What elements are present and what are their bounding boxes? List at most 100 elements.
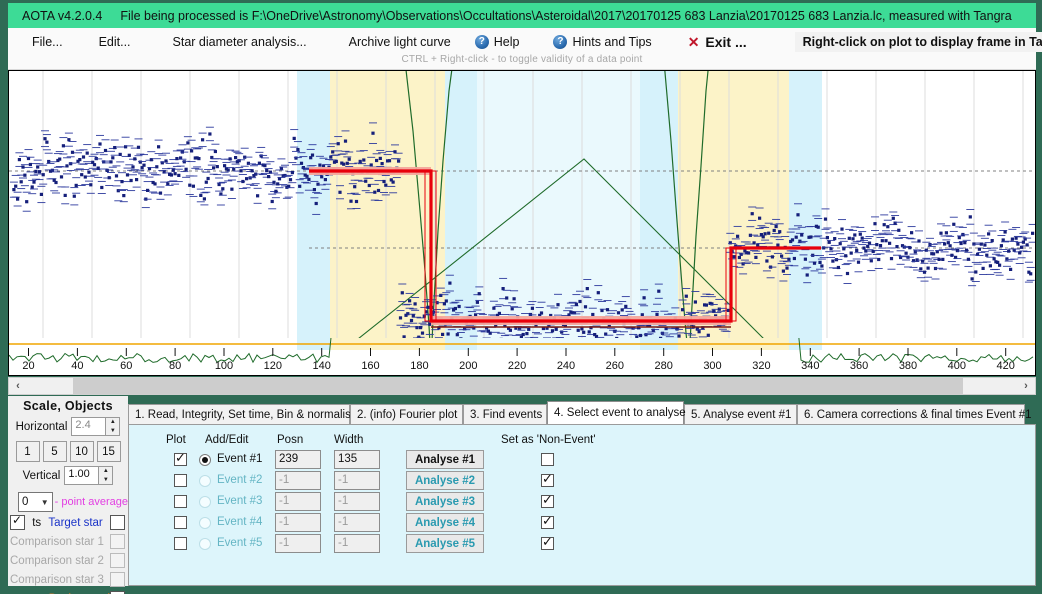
object-row-comparison-star-1[interactable]: Comparison star 1 [8, 533, 128, 550]
scale-preset-10[interactable]: 10 [69, 441, 94, 462]
svg-text:360: 360 [850, 360, 868, 372]
scrollbar-track[interactable] [27, 378, 1017, 394]
horizontal-scale-stepper[interactable]: 2.4 ▲ ▼ [71, 417, 121, 436]
close-x-icon: ✕ [687, 33, 700, 50]
plot-checkbox-event-3[interactable] [174, 495, 187, 508]
add-edit-radio-event-3[interactable] [199, 496, 211, 508]
menu-item-archive-light-curve[interactable]: Archive light curve [339, 31, 461, 53]
posn-input-event-1[interactable]: 239 [275, 450, 321, 469]
analyse-button-event-4[interactable]: Analyse #4 [406, 513, 484, 532]
non-event-checkbox-event-1[interactable] [541, 453, 554, 466]
object-row-comparison-star-3[interactable]: Comparison star 3 [8, 571, 128, 588]
non-event-checkbox-event-5[interactable] [541, 534, 554, 550]
svg-text:160: 160 [361, 360, 379, 372]
plot-checkbox-event-2[interactable] [174, 474, 187, 487]
svg-text:380: 380 [899, 360, 917, 372]
tab-2[interactable]: 2. (info) Fourier plot [350, 404, 463, 424]
analyse-button-event-2[interactable]: Analyse #2 [406, 471, 484, 490]
comparison-star-1-checkbox[interactable] [110, 534, 125, 549]
menu-bar: File... Edit... Star diameter analysis..… [8, 28, 1042, 70]
plot-checkbox-event-4[interactable] [174, 516, 187, 529]
non-event-checkbox-event-3[interactable] [541, 492, 554, 508]
tab-6[interactable]: 6. Camera corrections & final times Even… [797, 404, 1032, 424]
points-checkbox[interactable] [10, 513, 25, 530]
menu-item-file[interactable]: File... [22, 31, 73, 53]
menu-item-edit[interactable]: Edit... [89, 31, 141, 53]
svg-text:400: 400 [948, 360, 966, 372]
workflow-tab-strip: 1. Read, Integrity, Set time, Bin & norm… [128, 401, 1036, 424]
spin-up-icon[interactable]: ▲ [106, 418, 119, 427]
scroll-left-arrow-icon[interactable]: ‹ [9, 378, 27, 394]
width-input-event-2[interactable]: -1 [334, 471, 380, 490]
svg-text:20: 20 [22, 360, 34, 372]
spin-down-icon[interactable]: ▼ [106, 427, 119, 436]
header-add-edit: Add/Edit [205, 434, 249, 446]
point-average-label: - point average [54, 496, 128, 508]
posn-input-event-3[interactable]: -1 [275, 492, 321, 511]
tab-label: 1. Read, Integrity, Set time, Bin & norm… [135, 408, 358, 421]
svg-text:40: 40 [71, 360, 83, 372]
non-event-checkbox-event-4[interactable] [541, 513, 554, 529]
spin-up-icon[interactable]: ▲ [99, 467, 112, 476]
light-curve-plot[interactable] [8, 70, 1036, 375]
scrollbar-thumb[interactable] [73, 378, 963, 394]
add-edit-radio-event-2[interactable] [199, 475, 211, 487]
posn-input-event-4[interactable]: -1 [275, 513, 321, 532]
horizontal-spin-buttons[interactable]: ▲ ▼ [105, 418, 120, 436]
scroll-right-arrow-icon[interactable]: › [1017, 378, 1035, 394]
add-edit-radio-event-4[interactable] [199, 517, 211, 529]
target-star-checkbox[interactable] [109, 515, 125, 530]
tab-4[interactable]: 4. Select event to analyse [547, 401, 686, 424]
menu-item-exit[interactable]: ✕ Exit ... [678, 30, 757, 55]
spin-down-icon[interactable]: ▼ [99, 476, 112, 485]
menu-item-star-diameter-analysis[interactable]: Star diameter analysis... [163, 31, 317, 53]
tab-5[interactable]: 5. Analyse event #1 [684, 404, 797, 424]
comparison-star-3-checkbox[interactable] [110, 572, 125, 587]
vertical-scale-stepper[interactable]: 1.00 ▲ ▼ [64, 466, 114, 485]
scale-objects-title: Scale, Objects [23, 399, 113, 413]
posn-input-event-2[interactable]: -1 [275, 471, 321, 490]
non-event-checkbox-event-2[interactable] [541, 471, 554, 487]
width-input-event-4[interactable]: -1 [334, 513, 380, 532]
point-average-value: 0 [22, 496, 29, 508]
tab-1[interactable]: 1. Read, Integrity, Set time, Bin & norm… [128, 404, 357, 424]
event-label-4: Event #4 [217, 516, 263, 528]
object-row-comparison-star-2[interactable]: Comparison star 2 [8, 552, 128, 569]
scale-preset-1[interactable]: 1 [15, 441, 40, 462]
scale-preset-5[interactable]: 5 [42, 441, 67, 462]
svg-text:340: 340 [801, 360, 819, 372]
tab-3[interactable]: 3. Find events [463, 404, 547, 424]
add-edit-radio-event-5[interactable] [199, 538, 211, 550]
object-row-target-star[interactable]: ts Target star [8, 513, 128, 531]
analyse-button-event-1[interactable]: Analyse #1 [406, 450, 484, 469]
plot-horizontal-scrollbar[interactable]: ‹ › [8, 377, 1036, 395]
horizontal-scale-value: 2.4 [72, 418, 106, 435]
plot-checkbox-event-5[interactable] [174, 537, 187, 550]
plot-checkbox-event-1[interactable] [174, 450, 187, 466]
width-input-event-3[interactable]: -1 [334, 492, 380, 511]
analyse-button-event-5[interactable]: Analyse #5 [406, 534, 484, 553]
svg-text:320: 320 [752, 360, 770, 372]
posn-input-event-5[interactable]: -1 [275, 534, 321, 553]
object-row-background[interactable]: Background [8, 590, 128, 594]
tab-label: 2. (info) Fourier plot [357, 408, 458, 421]
header-plot: Plot [166, 434, 186, 446]
event-label-3: Event #3 [217, 495, 263, 507]
point-average-select[interactable]: 0 ▼ [18, 492, 53, 512]
comparison-star-2-label: Comparison star 2 [10, 554, 104, 567]
menu-item-hints-and-tips[interactable]: ? Hints and Tips [543, 31, 661, 53]
event-label-1: Event #1 [217, 453, 263, 465]
width-input-event-1[interactable]: 135 [334, 450, 380, 469]
width-input-event-5[interactable]: -1 [334, 534, 380, 553]
svg-text:300: 300 [703, 360, 721, 372]
svg-text:260: 260 [606, 360, 624, 372]
scale-preset-15[interactable]: 15 [96, 441, 121, 462]
menu-item-help[interactable]: ? Help [465, 31, 530, 53]
vertical-spin-buttons[interactable]: ▲ ▼ [98, 467, 113, 485]
title-bar: AOTA v4.2.0.4 File being processed is F:… [8, 3, 1036, 28]
analyse-button-event-3[interactable]: Analyse #3 [406, 492, 484, 511]
comparison-star-2-checkbox[interactable] [110, 553, 125, 568]
event-label-5: Event #5 [217, 537, 263, 549]
add-edit-radio-event-1[interactable] [199, 454, 211, 466]
axis-tick-labels: 20 40 60 80 100 120 140 160 180 200 220 240 260 280 30… [22, 360, 1015, 372]
